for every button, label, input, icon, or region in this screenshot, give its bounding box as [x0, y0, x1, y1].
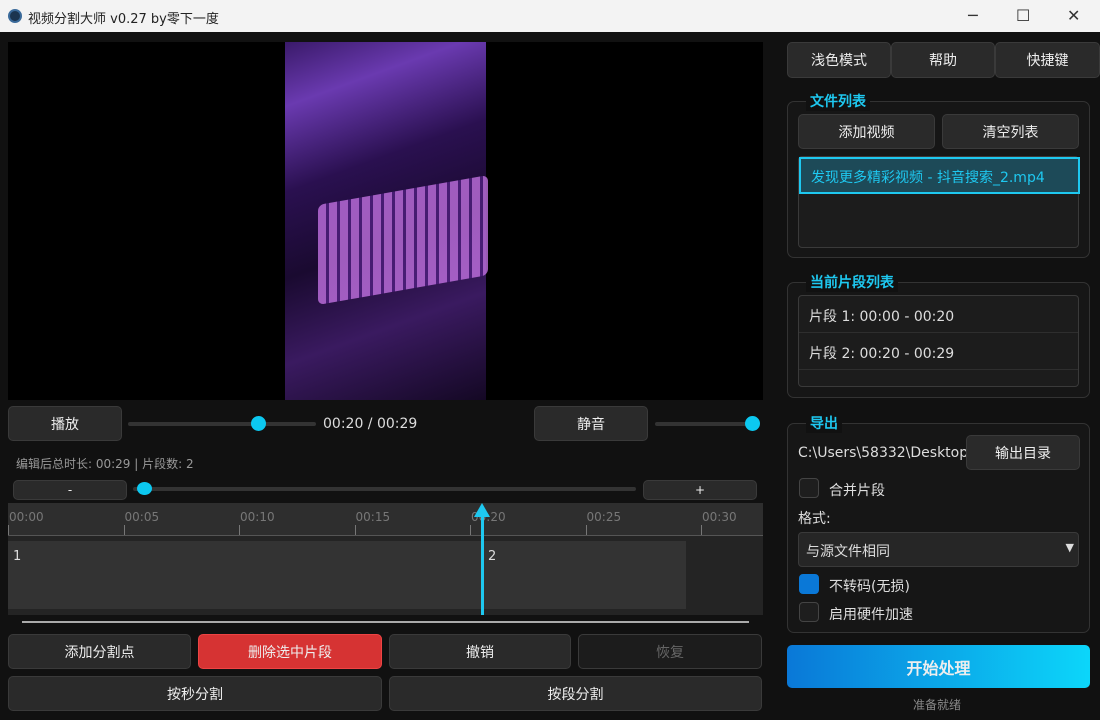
undo-button[interactable]: 撤销 — [389, 634, 571, 669]
ruler-tick — [8, 525, 9, 535]
file-list-title: 文件列表 — [806, 91, 870, 111]
progress-slider-handle[interactable] — [251, 416, 266, 431]
zoom-in-button[interactable]: + — [643, 480, 757, 500]
maximize-icon[interactable]: ☐ — [1016, 6, 1030, 25]
progress-slider[interactable] — [128, 422, 316, 426]
zoom-slider[interactable] — [133, 487, 636, 491]
ruler-tick — [124, 525, 125, 535]
ruler-tick — [239, 525, 240, 535]
mute-button[interactable]: 静音 — [534, 406, 648, 441]
ruler-tick-label: 00:10 — [240, 510, 275, 524]
clear-list-button[interactable]: 清空列表 — [942, 114, 1079, 149]
shortcuts-button[interactable]: 快捷键 — [995, 42, 1100, 78]
timeline-info: 编辑后总时长: 00:29 | 片段数: 2 — [16, 455, 194, 472]
segment-list-title: 当前片段列表 — [806, 272, 898, 292]
segment-label[interactable]: 1 — [13, 549, 21, 564]
export-panel: 导出 C:\Users\58332\Desktop 输出目录 合并片段 格式: … — [787, 423, 1090, 633]
zoom-out-button[interactable]: - — [13, 480, 127, 500]
no-transcode-checkbox[interactable] — [799, 574, 819, 594]
merge-label: 合并片段 — [829, 480, 885, 500]
segment-list-item[interactable]: 片段 1: 00:00 - 00:20 — [799, 296, 1078, 333]
status-text: 准备就绪 — [913, 696, 961, 713]
ruler-tick-label: 00:05 — [125, 510, 160, 524]
format-label: 格式: — [798, 508, 831, 528]
ruler-tick — [355, 525, 356, 535]
file-list-item[interactable]: 发现更多精彩视频 - 抖音搜索_2.mp4 — [799, 157, 1080, 194]
zoom-slider-handle[interactable] — [137, 482, 152, 495]
app-logo-icon — [8, 9, 22, 23]
delete-segment-button[interactable]: 删除选中片段 — [198, 634, 382, 669]
volume-slider-handle[interactable] — [745, 416, 760, 431]
start-processing-button[interactable]: 开始处理 — [787, 645, 1090, 688]
light-mode-button[interactable]: 浅色模式 — [787, 42, 891, 78]
split-by-segments-button[interactable]: 按段分割 — [389, 676, 762, 711]
volume-slider[interactable] — [655, 422, 755, 426]
ruler-tick-label: 00:00 — [9, 510, 44, 524]
close-icon[interactable]: ✕ — [1067, 6, 1080, 25]
segment-list-item[interactable]: 片段 2: 00:20 - 00:29 — [799, 333, 1078, 370]
add-split-button[interactable]: 添加分割点 — [8, 634, 191, 669]
ruler-tick-label: 00:30 — [702, 510, 737, 524]
output-dir-button[interactable]: 输出目录 — [966, 435, 1080, 470]
segment-list-panel: 当前片段列表 片段 1: 00:00 - 00:20 片段 2: 00:20 -… — [787, 282, 1090, 398]
playhead[interactable] — [481, 513, 484, 615]
file-list[interactable]: 发现更多精彩视频 - 抖音搜索_2.mp4 — [798, 156, 1079, 248]
timeline[interactable]: 00:0000:0500:1000:1500:2000:2500:30 1 2 — [8, 503, 763, 615]
timeline-ruler: 00:0000:0500:1000:1500:2000:2500:30 — [8, 503, 763, 536]
ruler-tick-label: 00:25 — [587, 510, 622, 524]
export-title: 导出 — [806, 413, 842, 433]
redo-button[interactable]: 恢复 — [578, 634, 762, 669]
chevron-down-icon: ▼ — [1066, 541, 1074, 554]
ruler-tick — [586, 525, 587, 535]
ruler-tick — [701, 525, 702, 535]
file-list-panel: 文件列表 添加视频 清空列表 发现更多精彩视频 - 抖音搜索_2.mp4 — [787, 101, 1090, 258]
timeline-track — [8, 541, 686, 609]
time-readout: 00:20 / 00:29 — [323, 416, 417, 432]
format-select[interactable]: 与源文件相同 ▼ — [798, 532, 1079, 567]
timeline-scrollbar[interactable] — [22, 621, 749, 623]
hw-accel-label: 启用硬件加速 — [829, 604, 913, 624]
split-by-seconds-button[interactable]: 按秒分割 — [8, 676, 382, 711]
title-bar: 视频分割大师 v0.27 by零下一度 ─ ☐ ✕ — [0, 0, 1100, 32]
output-path: C:\Users\58332\Desktop — [798, 445, 968, 461]
add-video-button[interactable]: 添加视频 — [798, 114, 935, 149]
help-button[interactable]: 帮助 — [891, 42, 995, 78]
format-select-value: 与源文件相同 — [806, 544, 890, 560]
merge-checkbox[interactable] — [799, 478, 819, 498]
ruler-tick-label: 00:15 — [356, 510, 391, 524]
play-button[interactable]: 播放 — [8, 406, 122, 441]
segment-list[interactable]: 片段 1: 00:00 - 00:20 片段 2: 00:20 - 00:29 — [798, 295, 1079, 387]
minimize-icon[interactable]: ─ — [968, 6, 978, 25]
no-transcode-label: 不转码(无损) — [829, 576, 910, 596]
hw-accel-checkbox[interactable] — [799, 602, 819, 622]
playhead-arrow-icon[interactable] — [474, 503, 490, 517]
ruler-tick — [470, 525, 471, 535]
window-title: 视频分割大师 v0.27 by零下一度 — [28, 8, 219, 27]
segment-label[interactable]: 2 — [488, 549, 496, 564]
